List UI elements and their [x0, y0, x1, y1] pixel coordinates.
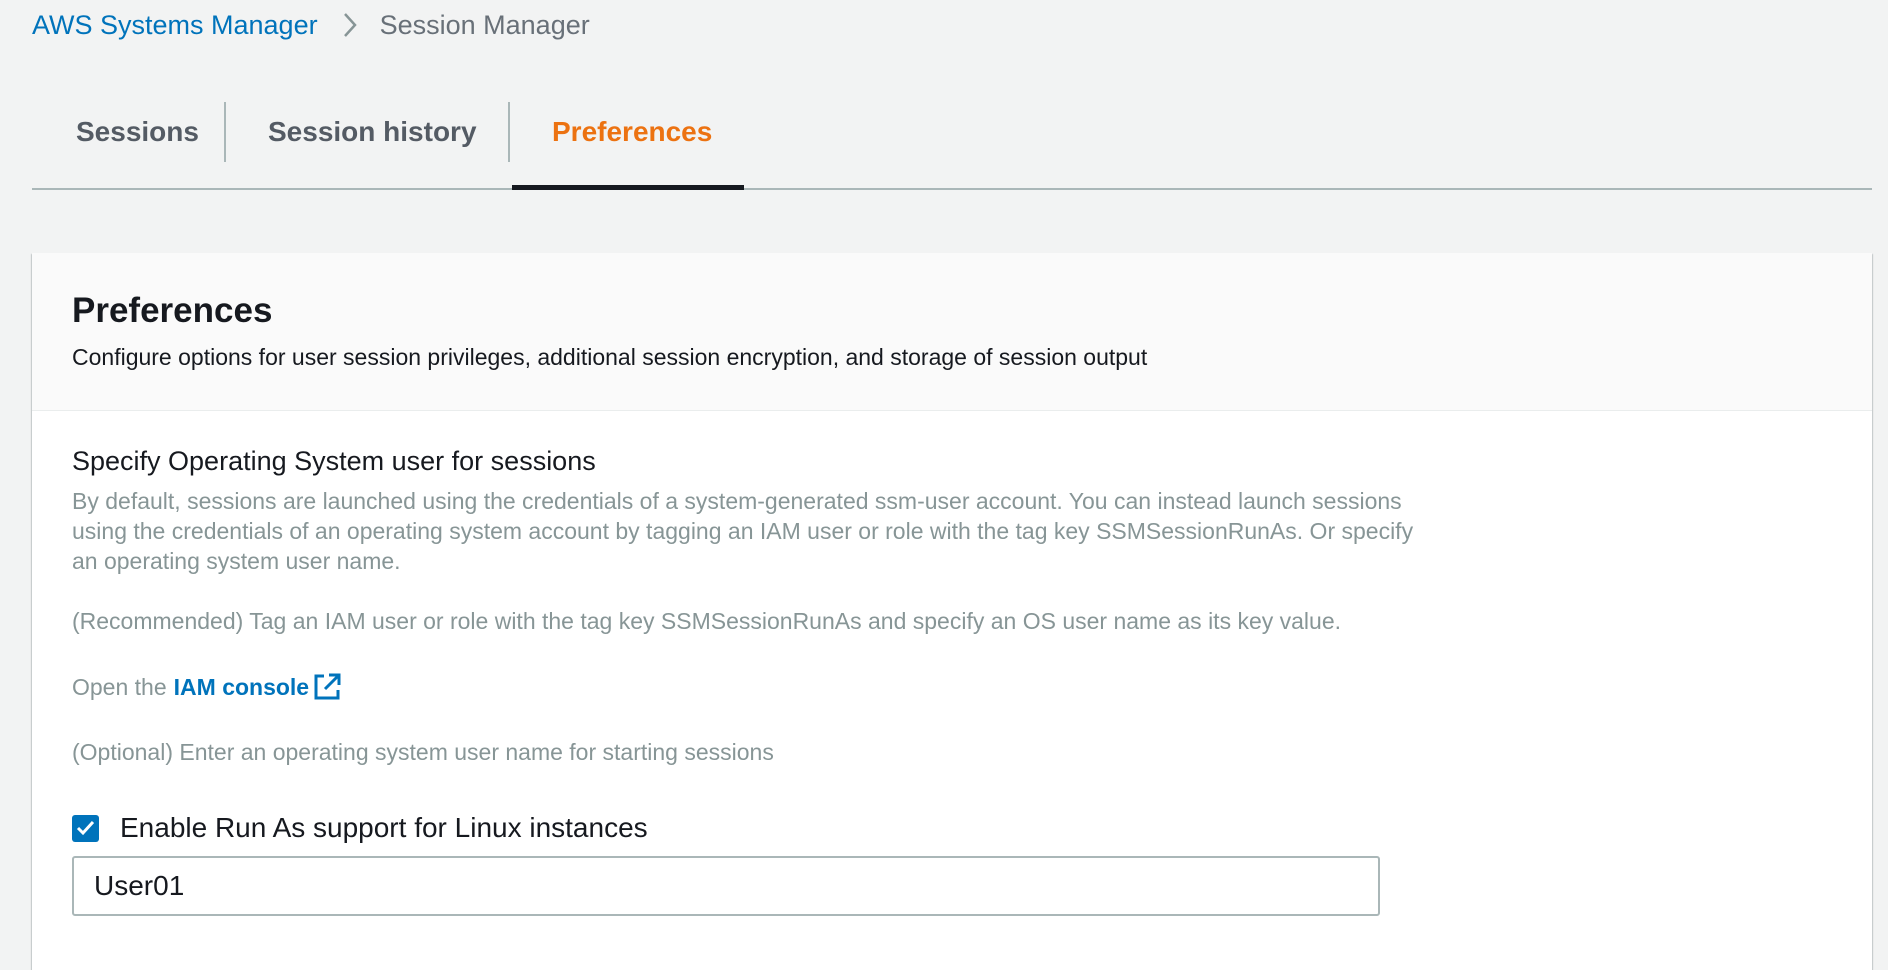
- run-as-description: By default, sessions are launched using …: [72, 488, 1414, 574]
- tab-session-history-label: Session history: [268, 116, 477, 147]
- chevron-right-icon: [342, 12, 358, 38]
- os-user-name-input[interactable]: [72, 856, 1380, 916]
- enable-run-as-checkbox[interactable]: [72, 814, 99, 842]
- iam-console-line: Open the IAM console: [72, 672, 1422, 702]
- preferences-panel: Preferences Configure options for user s…: [32, 253, 1872, 970]
- tab-preferences[interactable]: Preferences: [510, 100, 744, 190]
- tab-sessions[interactable]: Sessions: [32, 100, 226, 188]
- breadcrumb: AWS Systems Manager Session Manager: [32, 6, 590, 44]
- panel-description: Configure options for user session privi…: [72, 344, 1148, 370]
- breadcrumb-current: Session Manager: [379, 9, 590, 40]
- tab-preferences-label: Preferences: [552, 116, 713, 147]
- run-as-checkbox-row: Enable Run As support for Linux instance…: [72, 812, 1422, 844]
- external-link-icon[interactable]: [312, 672, 342, 702]
- tab-session-history[interactable]: Session history: [226, 100, 510, 188]
- iam-console-prefix: Open the: [72, 673, 167, 700]
- breadcrumb-systems-manager-link[interactable]: AWS Systems Manager: [32, 10, 318, 41]
- optional-user-name-text: (Optional) Enter an operating system use…: [72, 739, 774, 765]
- tab-sessions-label: Sessions: [76, 116, 199, 147]
- run-as-section-title: Specify Operating System user for sessio…: [72, 446, 596, 476]
- panel-header: Preferences Configure options for user s…: [32, 253, 1872, 411]
- enable-run-as-label[interactable]: Enable Run As support for Linux instance…: [120, 812, 648, 844]
- run-as-recommended-text: (Recommended) Tag an IAM user or role wi…: [72, 608, 1342, 634]
- iam-console-link[interactable]: IAM console: [174, 674, 309, 701]
- tab-bar: Sessions Session history Preferences: [32, 100, 1872, 190]
- panel-title: Preferences: [72, 291, 273, 330]
- checkmark-icon: [76, 820, 95, 836]
- panel-body: Specify Operating System user for sessio…: [32, 411, 1422, 916]
- page: AWS Systems Manager Session Manager Sess…: [0, 0, 1888, 970]
- active-tab-indicator: [512, 185, 744, 190]
